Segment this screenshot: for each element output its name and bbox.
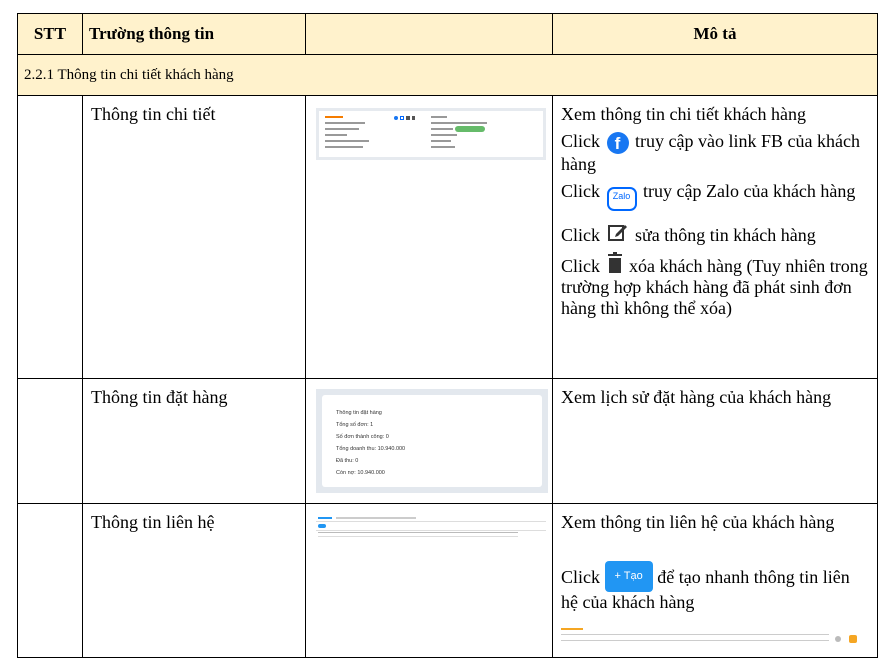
order-info-line: Còn nợ: 10.940.000	[336, 470, 385, 476]
create-button[interactable]: + Tạo	[604, 561, 653, 592]
click-label: Click	[561, 567, 600, 587]
delete-instruction: Click xóa khách hàng (Tuy nhiên trong tr…	[561, 252, 871, 319]
order-info-line: Tổng doanh thu: 10.940.000	[336, 446, 406, 452]
description-line: Xem lịch sử đặt hàng của khách hàng	[561, 387, 832, 407]
header-stt: STT	[17, 13, 83, 55]
order-info-title: Thông tin đặt hàng	[336, 410, 382, 416]
edit-instruction: Click sửa thông tin khách hàng	[561, 221, 871, 246]
stt-cell	[17, 378, 83, 504]
click-label: Click	[561, 225, 600, 245]
header-description: Mô tả	[552, 13, 878, 55]
zalo-instruction-text: truy cập Zalo của khách hàng	[638, 181, 856, 201]
customer-detail-thumbnail	[316, 108, 546, 160]
description-line: Xem thông tin liên hệ của khách hàng	[561, 512, 835, 532]
facebook-instruction-text: truy cập vào link FB của khách hàng	[561, 131, 860, 174]
zalo-icon[interactable]: Zalo	[606, 187, 637, 211]
description-cell: Xem thông tin chi tiết khách hàng Click …	[552, 95, 878, 379]
description-line: Xem thông tin chi tiết khách hàng	[561, 104, 806, 124]
table-header-row: STT Trường thông tin Mô tả	[17, 13, 878, 55]
section-row: 2.2.1 Thông tin chi tiết khách hàng	[17, 54, 878, 96]
table-row: Thông tin đặt hàng Thông tin đặt hàng Tổ…	[17, 378, 878, 504]
field-name: Thông tin đặt hàng	[82, 378, 306, 504]
stt-cell	[17, 95, 83, 379]
edit-instruction-text: sửa thông tin khách hàng	[630, 225, 816, 245]
create-contact-form-thumbnail	[559, 628, 861, 648]
order-info-line: Đã thu: 0	[336, 458, 359, 464]
edit-icon[interactable]	[607, 221, 629, 243]
description-cell: Xem lịch sử đặt hàng của khách hàng	[552, 378, 878, 504]
screenshot-cell	[305, 95, 553, 379]
order-info-thumbnail: Thông tin đặt hàng Tổng số đơn: 1 Số đơn…	[316, 389, 548, 493]
facebook-instruction: Click f truy cập vào link FB của khách h…	[561, 131, 871, 175]
screenshot-cell	[305, 503, 553, 658]
screenshot-cell: Thông tin đặt hàng Tổng số đơn: 1 Số đơn…	[305, 378, 553, 504]
contact-list-thumbnail	[316, 516, 546, 542]
create-instruction: Click + Tạo để tạo nhanh thông tin liên …	[561, 561, 871, 613]
facebook-icon[interactable]: f	[606, 132, 629, 154]
field-name: Thông tin liên hệ	[82, 503, 306, 658]
header-image	[305, 13, 553, 55]
table-row: Thông tin liên hệ Xem thông tin liên hệ …	[17, 503, 878, 658]
description-cell: Xem thông tin liên hệ của khách hàng Cli…	[552, 503, 878, 658]
click-label: Click	[561, 256, 600, 276]
zalo-instruction: Click Zalo truy cập Zalo của khách hàng	[561, 181, 871, 211]
field-name: Thông tin chi tiết	[82, 95, 306, 379]
stt-cell	[17, 503, 83, 658]
click-label: Click	[561, 131, 600, 151]
section-title: 2.2.1 Thông tin chi tiết khách hàng	[17, 54, 878, 96]
spec-table: STT Trường thông tin Mô tả 2.2.1 Thông t…	[17, 13, 878, 658]
order-info-line: Số đơn thành công: 0	[336, 434, 389, 440]
trash-icon[interactable]	[607, 252, 623, 274]
order-info-line: Tổng số đơn: 1	[336, 422, 374, 428]
table-row: Thông tin chi tiết Xem thông tin chi tiế…	[17, 95, 878, 379]
click-label: Click	[561, 181, 600, 201]
header-field: Trường thông tin	[82, 13, 306, 55]
